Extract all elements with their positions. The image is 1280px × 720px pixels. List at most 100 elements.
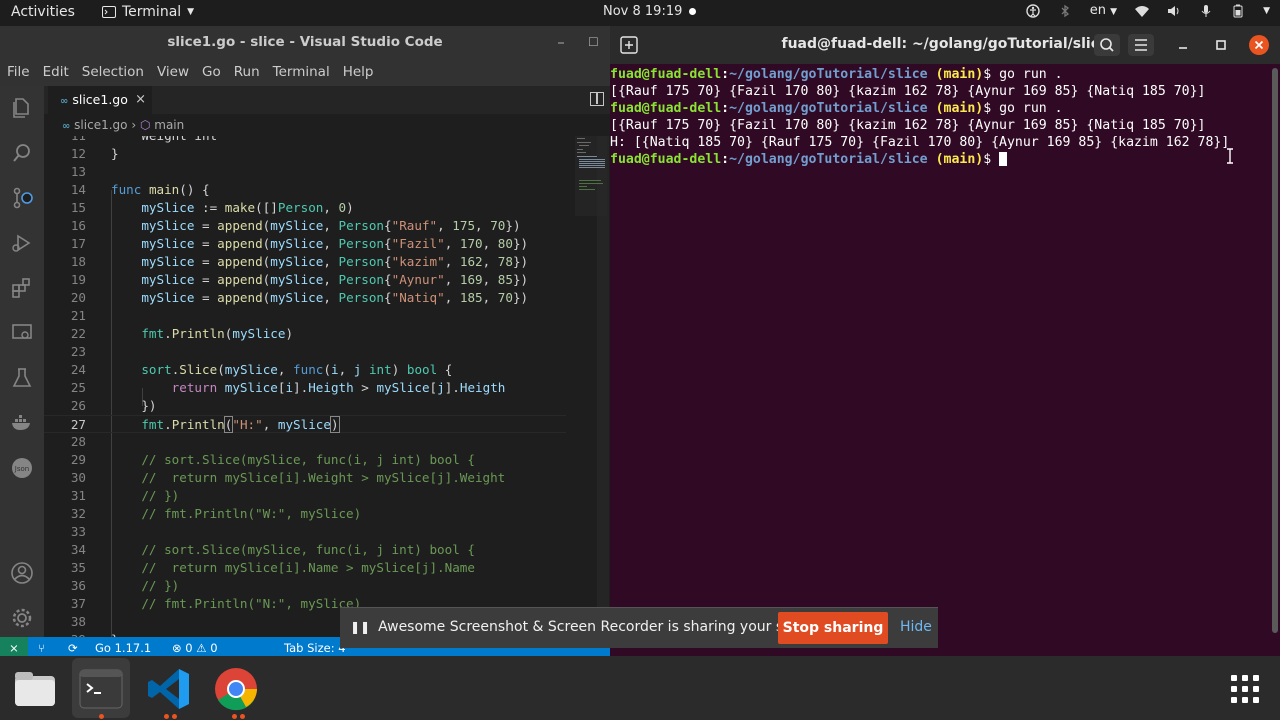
search-button[interactable] — [1094, 34, 1120, 56]
line-number: 31 — [70, 488, 86, 503]
line-number: 20 — [70, 290, 86, 305]
accessibility-icon[interactable] — [1026, 3, 1040, 18]
menu-go[interactable]: Go — [202, 64, 221, 80]
tab-slice1-go[interactable]: ∞ slice1.go × — [48, 86, 152, 114]
line-number: 25 — [70, 380, 86, 395]
go-file-icon: ∞ — [62, 121, 71, 132]
code-comment: // fmt.Println("N:", mySlice) — [111, 596, 362, 611]
prompt-command: go run . — [991, 67, 1063, 82]
chrome-icon[interactable] — [213, 666, 259, 712]
testing-icon[interactable] — [10, 366, 34, 390]
account-icon[interactable] — [10, 561, 34, 585]
code-editor[interactable]: 11 Weight int 12} 13 14 func main() { 15 … — [44, 136, 566, 641]
line-number: 22 — [70, 326, 86, 341]
minimize-icon[interactable]: ⎯ — [558, 26, 564, 58]
maximize-icon[interactable]: ☐ — [588, 26, 599, 58]
code-line: 19 mySlice = append(mySlice, Person{"Ayn… — [44, 271, 566, 289]
hide-button[interactable]: Hide — [900, 619, 932, 635]
line-number: 38 — [70, 614, 86, 629]
line-number: 29 — [70, 452, 86, 467]
line-number: 24 — [70, 362, 86, 377]
search-icon[interactable] — [10, 141, 34, 165]
menu-run[interactable]: Run — [234, 64, 260, 80]
minimap[interactable] — [575, 136, 607, 216]
maximize-icon[interactable] — [1214, 38, 1228, 52]
prompt-branch: (main) — [935, 101, 984, 116]
microphone-icon[interactable] — [1199, 4, 1213, 18]
source-control-icon[interactable] — [10, 186, 34, 210]
close-icon[interactable]: × — [135, 86, 146, 114]
terminal-prompt-line: fuad@fuad-dell:~/golang/goTutorial/slice… — [610, 67, 1063, 82]
code-text: mySlice = append(mySlice, Person{"kazim"… — [141, 254, 529, 269]
menu-view[interactable]: View — [157, 64, 189, 80]
code-line: 23 — [44, 343, 566, 361]
share-message: ❚❚ Awesome Screenshot & Screen Recorder i… — [350, 619, 827, 635]
vscode-icon[interactable] — [146, 666, 192, 712]
app-menu[interactable]: Terminal ▼ — [102, 4, 194, 20]
breadcrumb-file[interactable]: slice1.go — [74, 118, 127, 132]
remote-explorer-icon[interactable] — [10, 321, 34, 345]
code-line: 24 sort.Slice(mySlice, func(i, j int) bo… — [44, 361, 566, 379]
extensions-icon[interactable] — [10, 276, 34, 300]
prompt-command: go run . — [991, 101, 1063, 116]
files-icon[interactable] — [12, 666, 58, 712]
app-menu-label: Terminal — [122, 4, 182, 20]
vscode-window: slice1.go - slice - Visual Studio Code ⎯… — [0, 26, 610, 659]
terminal-output[interactable]: fuad@fuad-dell:~/golang/goTutorial/slice… — [610, 64, 1268, 639]
pause-icon: ❚❚ — [350, 620, 371, 634]
code-line: 26 }) — [44, 397, 566, 415]
terminal-titlebar: fuad@fuad-dell: ~/golang/goTutorial/slic… — [610, 26, 1280, 64]
minimize-icon[interactable] — [1176, 38, 1190, 52]
chevron-down-icon: ▼ — [187, 7, 195, 17]
json-icon[interactable]: Json — [10, 456, 34, 480]
chevron-down-icon[interactable]: ▼ — [1263, 6, 1270, 16]
close-icon[interactable] — [1248, 34, 1270, 56]
menu-terminal[interactable]: Terminal — [273, 64, 330, 80]
code-line: 11 Weight int — [44, 136, 566, 145]
code-text: fmt.Println(mySlice) — [141, 326, 294, 341]
clock[interactable]: Nov 8 19:19 — [603, 4, 682, 19]
code-text: fmt.Println("H:", mySlice) — [141, 416, 340, 433]
prompt-branch: (main) — [935, 67, 984, 82]
running-indicator — [240, 714, 245, 719]
menu-file[interactable]: File — [7, 64, 30, 80]
terminal-icon[interactable] — [78, 666, 124, 712]
code-line: 16 mySlice = append(mySlice, Person{"Rau… — [44, 217, 566, 235]
line-number: 11 — [44, 136, 86, 145]
bluetooth-icon[interactable] — [1058, 4, 1072, 18]
wifi-icon[interactable] — [1135, 4, 1150, 18]
code-text: return mySlice[i].Heigth > mySlice[j].He… — [171, 380, 506, 395]
language-label: en — [1089, 3, 1107, 18]
code-line: 36 // }) — [44, 577, 566, 595]
menu-button[interactable] — [1128, 34, 1154, 56]
line-number: 35 — [70, 560, 86, 575]
battery-icon[interactable] — [1231, 4, 1245, 18]
line-number: 18 — [70, 254, 86, 269]
menu-help[interactable]: Help — [343, 64, 374, 80]
breadcrumb-symbol[interactable]: main — [154, 118, 184, 132]
prompt-branch: (main) — [935, 152, 984, 167]
volume-icon[interactable] — [1167, 4, 1181, 18]
explorer-icon[interactable] — [10, 96, 34, 120]
split-editor-icon[interactable] — [590, 92, 604, 106]
stop-sharing-button[interactable]: Stop sharing — [778, 612, 888, 644]
menu-selection[interactable]: Selection — [82, 64, 144, 80]
terminal-scrollbar[interactable] — [1272, 68, 1278, 633]
editor-tabs: ∞ slice1.go × — [44, 86, 610, 114]
line-number: 23 — [70, 344, 86, 359]
running-indicator — [172, 714, 177, 719]
code-line: 21 — [44, 307, 566, 325]
show-applications-icon[interactable] — [1230, 674, 1260, 704]
docker-icon[interactable] — [10, 411, 34, 435]
run-debug-icon[interactable] — [10, 231, 34, 255]
system-tray[interactable]: en ▼ ▼ — [1026, 3, 1270, 18]
code-comment: // sort.Slice(mySlice, func(i, j int) bo… — [111, 452, 475, 467]
activities-button[interactable]: Activities — [11, 4, 75, 20]
running-indicator — [99, 714, 104, 719]
gear-icon[interactable] — [10, 606, 34, 630]
menu-edit[interactable]: Edit — [43, 64, 69, 80]
go-file-icon: ∞ — [60, 96, 69, 107]
code-line: 25 return mySlice[i].Heigth > mySlice[j]… — [44, 379, 566, 397]
code-line: 12} — [44, 145, 566, 163]
language-indicator[interactable]: en ▼ — [1090, 3, 1117, 18]
